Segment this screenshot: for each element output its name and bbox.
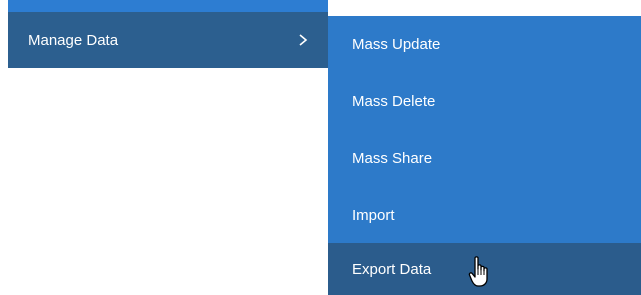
mass-delete-menu-item[interactable]: Mass Delete (328, 73, 641, 129)
menu-stage: Manage Data Mass Update Mass Delete Mass… (0, 0, 641, 295)
export-data-label: Export Data (352, 260, 432, 278)
export-data-menu-item[interactable]: Export Data (328, 243, 641, 295)
chevron-right-icon (296, 33, 310, 47)
mass-update-menu-item[interactable]: Mass Update (328, 16, 641, 72)
manage-data-label: Manage Data (28, 31, 119, 49)
mass-share-label: Mass Share (352, 149, 433, 167)
mass-delete-label: Mass Delete (352, 92, 436, 110)
parent-menu-top-edge (8, 0, 328, 12)
manage-data-menu-item[interactable]: Manage Data (8, 12, 328, 68)
manage-data-submenu: Mass Update Mass Delete Mass Share Impor… (328, 16, 641, 295)
mass-update-label: Mass Update (352, 35, 441, 53)
parent-menu: Manage Data (8, 12, 328, 68)
import-label: Import (352, 206, 395, 224)
mass-share-menu-item[interactable]: Mass Share (328, 130, 641, 186)
import-menu-item[interactable]: Import (328, 187, 641, 243)
